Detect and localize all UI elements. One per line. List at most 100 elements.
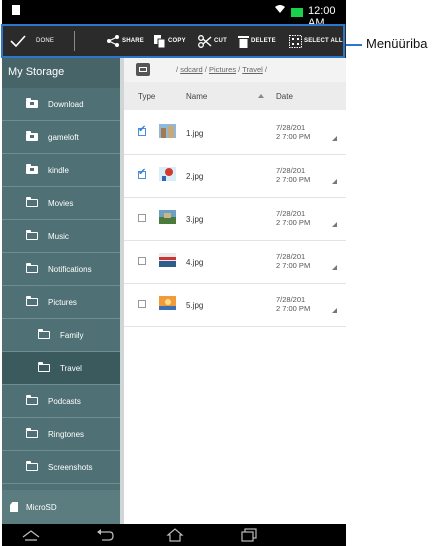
file-date: 7/28/201 2 7:00 PM [276,252,311,270]
copy-icon [154,34,166,48]
sidebar-item-screenshots[interactable]: Screenshots [2,451,120,484]
sidebar-item-travel[interactable]: Travel [2,352,120,385]
delete-label: DELETE [251,38,276,44]
callout-label: Menüüriba [366,36,428,51]
breadcrumb-sdcard[interactable]: sdcard [180,65,203,74]
folder-up-icon[interactable] [136,63,150,76]
sidebar-item-label: Travel [60,363,82,373]
file-list-pane: / sdcard / Pictures / Travel / Type Name… [124,58,346,524]
folder-icon [26,461,40,472]
share-button[interactable]: SHARE [106,24,144,58]
breadcrumb-travel[interactable]: Travel [242,65,263,74]
navigation-bar [2,524,346,546]
select-all-label: SELECT ALL [304,38,343,44]
cut-button[interactable]: CUT [198,24,227,58]
file-name: 4.jpg [186,258,204,267]
select-all-button[interactable]: SELECT ALL [289,24,343,58]
delete-button[interactable]: DELETE [238,24,276,58]
done-label: DONE [36,38,55,44]
column-headers: Type Name Date [124,82,346,110]
file-date: 7/28/201 2 7:00 PM [276,295,311,313]
folder-icon [26,197,40,208]
wifi-icon [274,4,286,17]
row-checkbox[interactable] [138,300,146,308]
sidebar-item-label: gameloft [48,132,79,142]
column-type[interactable]: Type [138,92,155,101]
copy-label: COPY [168,38,186,44]
row-checkbox[interactable] [138,214,146,222]
status-bar: 12:00 AM [2,0,346,29]
row-menu-icon[interactable] [332,222,337,227]
divider [74,31,75,51]
share-label: SHARE [122,38,145,44]
sort-ascending-icon [258,94,264,98]
sidebar-item-download[interactable]: Download [2,88,120,121]
breadcrumb-pictures[interactable]: Pictures [209,65,236,74]
image-thumbnail [159,124,176,138]
sidebar-item-gameloft[interactable]: gameloft [2,121,120,154]
image-thumbnail [159,167,176,181]
share-icon [107,35,119,47]
row-checkbox[interactable] [138,167,146,179]
folder-icon [38,329,52,340]
sidebar-item-label: Podcasts [48,396,81,406]
sidebar-item-label: Music [48,231,69,241]
sidebar-item-family[interactable]: Family [2,319,120,352]
sidebar-item-label: Pictures [48,297,77,307]
done-button[interactable]: DONE [10,24,54,58]
row-menu-icon[interactable] [332,179,337,184]
recent-apps-icon[interactable] [240,528,258,546]
sd-card-icon [10,502,18,512]
sidebar-title: My Storage [2,58,120,88]
folder-icon [26,230,40,241]
file-row[interactable]: 4.jpg 7/28/201 2 7:00 PM [124,241,346,284]
trash-icon [238,35,249,48]
file-name: 2.jpg [186,172,204,181]
menu-bar: DONE SHARE COPY CUT DELETE SELECT ALL [2,24,346,59]
sidebar-item-kindle[interactable]: kindle [2,154,120,187]
home-icon[interactable] [166,528,184,546]
sidebar-item-label: Ringtones [48,429,85,439]
file-row[interactable]: 5.jpg 7/28/201 2 7:00 PM [124,284,346,327]
file-row[interactable]: 1.jpg 7/28/2012 7:00 PM [124,112,346,155]
folder-icon [26,263,40,274]
image-thumbnail [159,210,176,224]
sidebar-item-microsd[interactable]: MicroSD [2,490,120,524]
breadcrumb: / sdcard / Pictures / Travel / [176,65,267,74]
download-folder-icon [26,98,40,109]
column-name[interactable]: Name [186,92,207,101]
sidebar-item-label: MicroSD [26,502,57,512]
image-thumbnail [159,253,176,267]
sidebar-item-podcasts[interactable]: Podcasts [2,385,120,418]
collapse-icon[interactable] [22,528,40,546]
file-row[interactable]: 2.jpg 7/28/2012 7:00 PM [124,155,346,198]
copy-button[interactable]: COPY [154,24,186,58]
back-icon[interactable] [96,528,114,546]
sidebar-item-notifications[interactable]: Notifications [2,253,120,286]
row-menu-icon[interactable] [332,308,337,313]
sidebar-item-pictures[interactable]: Pictures [2,286,120,319]
sd-status-icon [12,5,20,15]
column-date[interactable]: Date [276,92,293,101]
select-all-icon [289,34,302,48]
scissors-icon [198,34,212,48]
row-checkbox[interactable] [138,124,146,136]
sidebar-item-music[interactable]: Music [2,220,120,253]
path-bar: / sdcard / Pictures / Travel / [124,58,346,82]
folder-icon [26,296,40,307]
row-menu-icon[interactable] [332,265,337,270]
sidebar-item-ringtones[interactable]: Ringtones [2,418,120,451]
file-row[interactable]: 3.jpg 7/28/201 2 7:00 PM [124,198,346,241]
sidebar-item-label: Screenshots [48,462,93,472]
tablet-screen: 12:00 AM DONE SHARE COPY CUT DELETE SELE… [2,0,346,546]
callout-line [346,44,362,46]
file-date: 7/28/201 2 7:00 PM [276,123,311,141]
sidebar-item-movies[interactable]: Movies [2,187,120,220]
row-checkbox[interactable] [138,257,146,265]
sidebar-item-label: Download [48,99,84,109]
image-thumbnail [159,296,176,310]
row-menu-icon[interactable] [332,136,337,141]
file-date: 7/28/201 2 7:00 PM [276,166,311,184]
special-folder-icon [26,164,40,175]
sidebar-item-label: Family [60,330,84,340]
